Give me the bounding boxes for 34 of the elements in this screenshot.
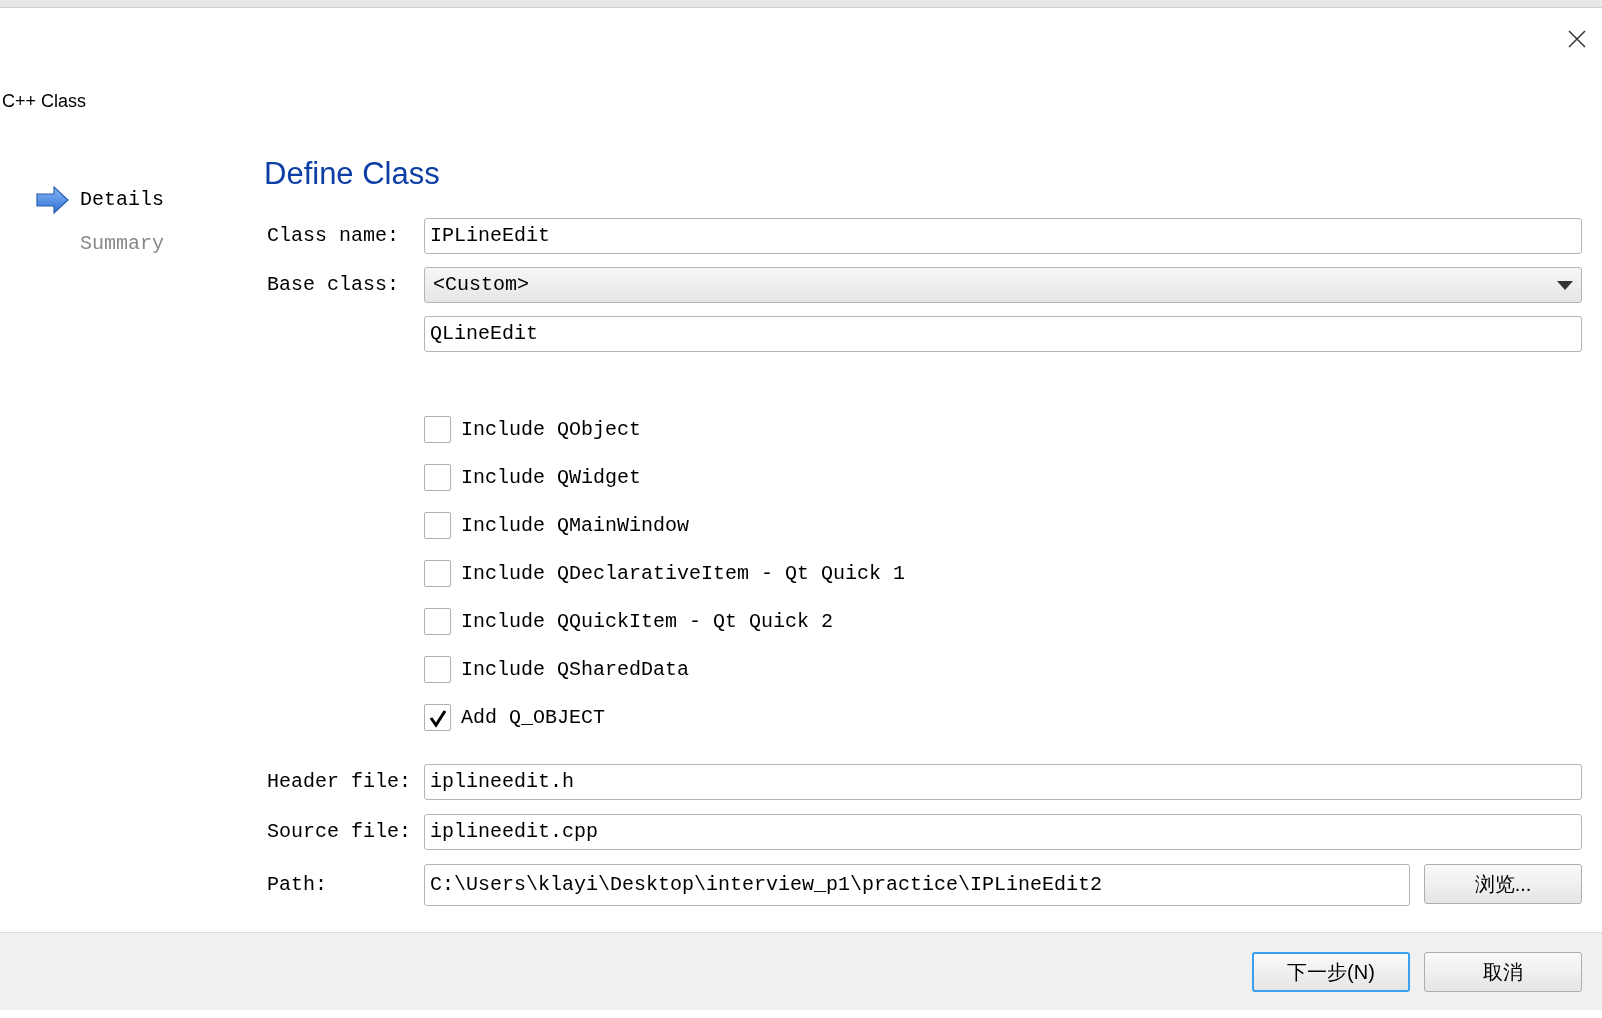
- input-field[interactable]: iplineedit.cpp: [424, 814, 1582, 850]
- checkbox[interactable]: [424, 512, 451, 539]
- checkbox[interactable]: [424, 560, 451, 587]
- checkbox-option[interactable]: Include QObject: [424, 416, 1582, 443]
- checkbox[interactable]: [424, 656, 451, 683]
- field-label: Source file:: [267, 820, 412, 843]
- checkbox-option[interactable]: Include QSharedData: [424, 656, 1582, 683]
- field-label: Class name:: [267, 224, 400, 247]
- caret-icon: [1557, 280, 1573, 290]
- checkbox[interactable]: [424, 464, 451, 491]
- field-label: Header file:: [267, 770, 412, 793]
- input-field[interactable]: C:\Users\klayi\Desktop\interview_p1\practice\IPLineEdit2: [424, 864, 1410, 906]
- checkbox-option[interactable]: Include QMainWindow: [424, 512, 1582, 539]
- dropdown[interactable]: <Custom>: [424, 267, 1582, 303]
- step-label: Summary: [80, 231, 164, 257]
- input-field[interactable]: iplineedit.h: [424, 764, 1582, 800]
- browse-button[interactable]: 浏览...: [1424, 864, 1582, 904]
- dialog-button[interactable]: 取消: [1424, 951, 1582, 992]
- checkbox-option[interactable]: Include QDeclarativeItem - Qt Quick 1: [424, 560, 1582, 587]
- checkbox[interactable]: [424, 704, 451, 731]
- checkbox-option[interactable]: Include QWidget: [424, 464, 1582, 491]
- checkbox-option[interactable]: Add Q_OBJECT: [424, 704, 1582, 731]
- field-label: Base class:: [267, 273, 400, 296]
- step-label: Details: [80, 187, 164, 213]
- checkbox[interactable]: [424, 416, 451, 443]
- input-field[interactable]: QLineEdit: [424, 316, 1582, 352]
- checkbox-option[interactable]: Include QQuickItem - Qt Quick 2: [424, 608, 1582, 635]
- input-field[interactable]: IPLineEdit: [424, 218, 1582, 254]
- page-title: Define Class: [264, 155, 441, 193]
- dialog-button[interactable]: 下一步(N): [1252, 951, 1410, 992]
- close-icon: [1568, 30, 1586, 48]
- checkbox[interactable]: [424, 608, 451, 635]
- field-label: Path:: [267, 873, 327, 896]
- window-title: C++ Class: [2, 90, 87, 113]
